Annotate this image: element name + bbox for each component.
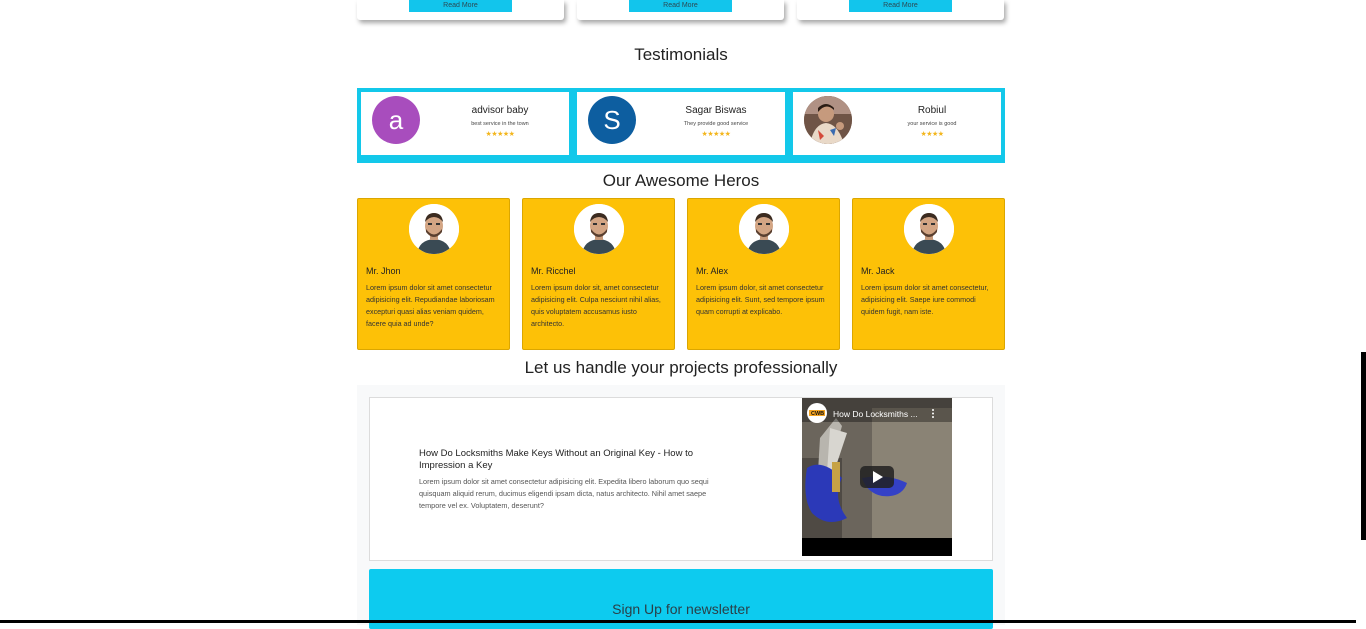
service-card: Read More (797, 0, 1004, 20)
hero-name: Mr. Alex (696, 266, 729, 276)
testimonial-text: your service is good (907, 121, 957, 127)
testimonial-name: advisor baby (471, 105, 529, 116)
project-title: How Do Locksmiths Make Keys Without an O… (419, 448, 694, 471)
hero-avatar (904, 204, 954, 254)
read-more-button[interactable]: Read More (629, 0, 732, 12)
testimonial-card: Robiul your service is good ★★★★ (793, 92, 1001, 155)
hero-card: Mr. Jack Lorem ipsum dolor sit amet cons… (852, 198, 1005, 350)
testimonial-name: Robiul (917, 105, 947, 116)
project-description: Lorem ipsum dolor sit amet consectetur a… (419, 477, 709, 510)
hero-name: Mr. Ricchel (531, 266, 576, 276)
hero-avatar (409, 204, 459, 254)
star-rating: ★★★★★ (701, 131, 731, 138)
hero-name: Mr. Jack (861, 266, 895, 276)
hero-description: Lorem ipsum dolor, sit amet consectetur … (696, 283, 825, 316)
video-player[interactable]: CWB How Do Locksmiths ... (802, 398, 952, 556)
video-title: How Do Locksmiths ... (833, 409, 918, 419)
read-more-button[interactable]: Read More (849, 0, 952, 12)
hero-avatar (574, 204, 624, 254)
hero-card: Mr. Jhon Lorem ipsum dolor sit amet cons… (357, 198, 510, 350)
window-bottom-border (0, 620, 1356, 623)
testimonial-name: Sagar Biswas (685, 105, 747, 116)
avatar: S (588, 96, 636, 144)
testimonials-section: a advisor baby best service in the town … (357, 88, 1005, 163)
service-card: Read More (357, 0, 564, 20)
channel-logo-text: CWB (811, 411, 824, 417)
star-rating: ★★★★★ (485, 131, 515, 138)
hero-card: Mr. Ricchel Lorem ipsum dolor sit, amet … (522, 198, 675, 350)
testimonials-heading: Testimonials (634, 45, 728, 64)
hero-name: Mr. Jhon (366, 266, 401, 276)
avatar (804, 96, 852, 144)
testimonial-card: S Sagar Biswas They provide good service… (577, 92, 785, 155)
video-thumbnail: CWB How Do Locksmiths ... (802, 398, 952, 556)
newsletter-title: Sign Up for newsletter (612, 601, 750, 617)
service-card: Read More (577, 0, 784, 20)
testimonial-card: a advisor baby best service in the town … (361, 92, 569, 155)
hero-description: Lorem ipsum dolor sit, amet consectetur … (531, 283, 661, 328)
scrollbar-thumb[interactable] (1361, 352, 1366, 540)
hero-avatar (739, 204, 789, 254)
projects-heading: Let us handle your projects professional… (524, 358, 838, 377)
testimonial-text: They provide good service (683, 121, 749, 127)
hero-card: Mr. Alex Lorem ipsum dolor, sit amet con… (687, 198, 840, 350)
project-card: How Do Locksmiths Make Keys Without an O… (369, 397, 993, 561)
read-more-button[interactable]: Read More (409, 0, 512, 12)
heroes-heading: Our Awesome Heros (602, 171, 760, 190)
testimonial-text: best service in the town (471, 121, 529, 127)
projects-section: How Do Locksmiths Make Keys Without an O… (357, 385, 1005, 629)
hero-description: Lorem ipsum dolor sit amet consectetur a… (366, 283, 495, 328)
star-rating: ★★★★ (920, 131, 944, 138)
hero-description: Lorem ipsum dolor sit amet consectetur, … (861, 283, 989, 316)
avatar: a (372, 96, 420, 144)
